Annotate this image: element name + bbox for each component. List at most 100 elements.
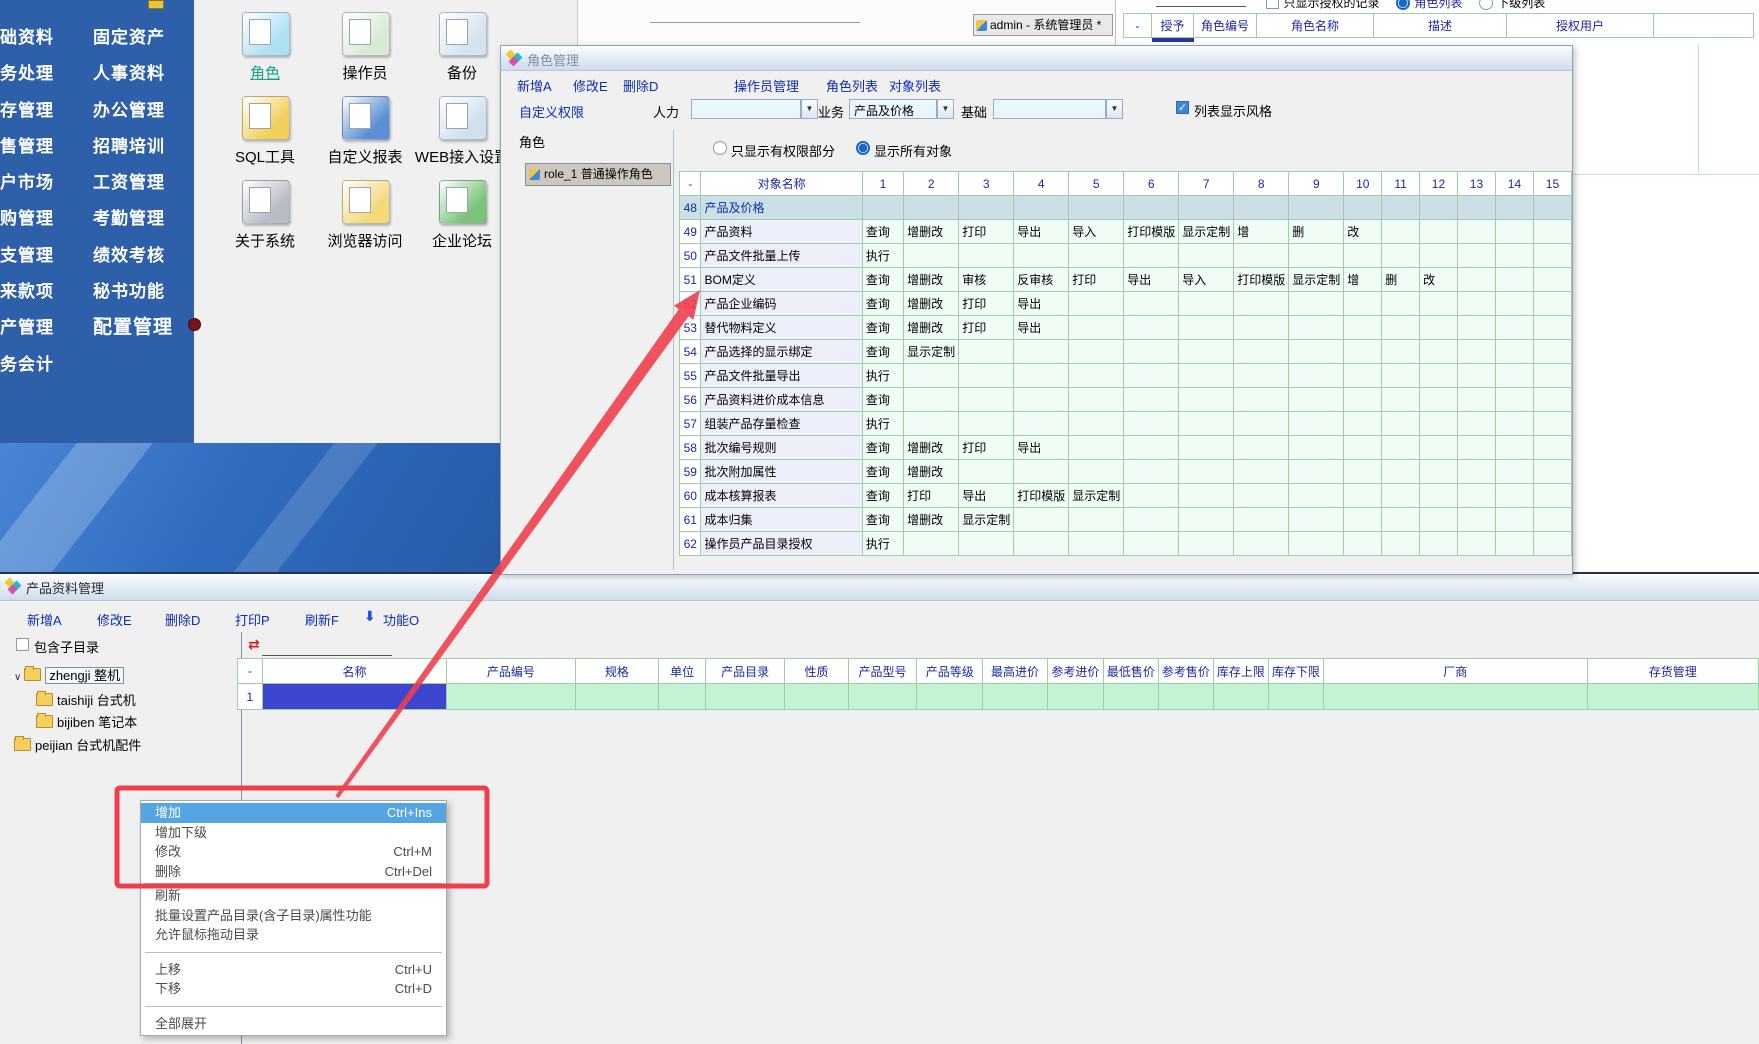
perm-cell[interactable] (1419, 316, 1457, 340)
perm-cell[interactable]: 导出 (1014, 292, 1069, 316)
product-col-header[interactable]: 最高进价 (983, 659, 1048, 684)
perm-cell[interactable] (959, 412, 1014, 436)
perm-cell[interactable] (1234, 508, 1289, 532)
perm-cell[interactable]: 增删改 (904, 268, 959, 292)
perm-cell[interactable] (1495, 364, 1533, 388)
perm-cell[interactable] (1344, 388, 1382, 412)
perm-cell[interactable] (1124, 484, 1179, 508)
perm-cell[interactable] (1069, 388, 1124, 412)
perm-cell[interactable] (1382, 532, 1420, 556)
swap-columns-icon[interactable]: ⇄ (248, 636, 260, 653)
perm-col-header[interactable]: 15 (1533, 172, 1571, 196)
perm-cell[interactable] (1457, 364, 1495, 388)
jichu-combo-dropdown[interactable]: ▼ (1106, 99, 1123, 119)
perm-cell[interactable]: 导出 (1014, 316, 1069, 340)
perm-cell[interactable] (1069, 196, 1124, 220)
sidebar-item[interactable]: 工资管理 (93, 165, 173, 201)
menu-item[interactable]: 上移Ctrl+U (141, 960, 446, 980)
menu-item[interactable]: 修改Ctrl+M (141, 842, 446, 862)
operator-icon[interactable] (342, 12, 390, 56)
perm-cell[interactable] (1457, 196, 1495, 220)
product-col-header[interactable]: 规格 (575, 659, 659, 684)
perm-col-header[interactable]: 2 (904, 172, 959, 196)
perm-cell[interactable]: 执行 (862, 364, 903, 388)
role-toolbar-新增A[interactable]: 新增A (517, 76, 552, 95)
perm-cell[interactable] (959, 244, 1014, 268)
perm-col-header[interactable]: 14 (1495, 172, 1533, 196)
perm-cell[interactable] (904, 244, 959, 268)
perm-cell[interactable] (1457, 460, 1495, 484)
web-access-icon[interactable] (439, 96, 487, 140)
perm-cell[interactable]: 查询 (862, 292, 903, 316)
perm-col-header[interactable]: 7 (1179, 172, 1234, 196)
perm-cell[interactable] (1179, 388, 1234, 412)
perm-cell[interactable] (1382, 508, 1420, 532)
perm-table-row[interactable]: 49产品资料查询增删改打印导出导入打印模版显示定制增删改 (680, 220, 1572, 244)
perm-cell[interactable]: 打印 (959, 316, 1014, 340)
perm-cell[interactable] (1289, 196, 1344, 220)
perm-cell[interactable] (1495, 436, 1533, 460)
perm-cell[interactable] (1179, 244, 1234, 268)
perm-cell[interactable]: 增 (1344, 268, 1382, 292)
perm-cell[interactable] (1344, 436, 1382, 460)
perm-cell[interactable]: 打印 (959, 436, 1014, 460)
perm-cell[interactable]: 改 (1344, 220, 1382, 244)
perm-table-row[interactable]: 60成本核算报表查询打印导出打印模版显示定制 (680, 484, 1572, 508)
product-col-header[interactable]: 库存下限 (1268, 659, 1323, 684)
yewu-combo[interactable]: 产品及价格 (849, 99, 937, 119)
perm-cell[interactable] (1289, 388, 1344, 412)
perm-cell[interactable] (1124, 412, 1179, 436)
perm-cell[interactable] (904, 532, 959, 556)
product-col-header[interactable]: - (238, 659, 263, 684)
perm-cell[interactable] (1495, 532, 1533, 556)
perm-cell[interactable] (1533, 508, 1571, 532)
perm-cell[interactable] (1234, 484, 1289, 508)
perm-cell[interactable] (1419, 532, 1457, 556)
perm-cell[interactable] (1124, 340, 1179, 364)
perm-cell[interactable] (1289, 364, 1344, 388)
role-toolbar-操作员管理[interactable]: 操作员管理 (734, 76, 799, 95)
perm-cell[interactable] (1419, 220, 1457, 244)
all-objects-radio[interactable] (856, 141, 870, 155)
product-tree-item[interactable]: bijiben 笔记本 (36, 712, 137, 731)
perm-cell[interactable] (1533, 340, 1571, 364)
role-icon[interactable] (242, 12, 290, 56)
perm-cell[interactable] (1124, 532, 1179, 556)
perm-cell[interactable]: 打印模版 (1234, 268, 1289, 292)
perm-col-header[interactable]: 13 (1457, 172, 1495, 196)
perm-cell[interactable] (959, 460, 1014, 484)
menu-item[interactable]: 增加下级 (141, 823, 446, 843)
perm-cell[interactable] (1533, 412, 1571, 436)
perm-cell[interactable] (959, 364, 1014, 388)
perm-cell[interactable] (1344, 484, 1382, 508)
perm-cell[interactable] (1179, 196, 1234, 220)
perm-cell[interactable]: 导出 (959, 484, 1014, 508)
perm-col-header[interactable]: 12 (1419, 172, 1457, 196)
perm-cell[interactable] (1419, 196, 1457, 220)
perm-cell[interactable] (1495, 484, 1533, 508)
perm-cell[interactable] (904, 412, 959, 436)
perm-cell[interactable] (1234, 388, 1289, 412)
perm-cell[interactable]: 导出 (1014, 436, 1069, 460)
perm-table-row[interactable]: 50产品文件批量上传执行 (680, 244, 1572, 268)
perm-table-name-header[interactable]: 对象名称 (701, 172, 862, 196)
perm-cell[interactable] (1419, 460, 1457, 484)
product-col-header[interactable]: 库存上限 (1213, 659, 1268, 684)
perm-cell[interactable]: 打印 (959, 292, 1014, 316)
enterprise-forum-label[interactable]: 企业论坛 (432, 230, 492, 251)
perm-cell[interactable]: 审核 (959, 268, 1014, 292)
role-list-header[interactable]: 授予 (1152, 14, 1194, 38)
product-cell[interactable] (848, 684, 917, 710)
perm-cell[interactable] (1069, 316, 1124, 340)
role-label[interactable]: 角色 (250, 62, 280, 83)
perm-cell[interactable]: 导出 (1124, 268, 1179, 292)
perm-table-row[interactable]: 61成本归集查询增删改显示定制 (680, 508, 1572, 532)
role-list-radio[interactable] (1396, 0, 1410, 10)
product-tree-item[interactable]: ∨zhengji 整机 (14, 665, 124, 684)
perm-cell[interactable] (1289, 436, 1344, 460)
show-authorized-only-checkbox[interactable] (1266, 0, 1279, 9)
perm-cell[interactable] (1495, 292, 1533, 316)
perm-col-header[interactable]: 9 (1289, 172, 1344, 196)
perm-cell[interactable] (1014, 340, 1069, 364)
perm-cell[interactable] (1533, 292, 1571, 316)
